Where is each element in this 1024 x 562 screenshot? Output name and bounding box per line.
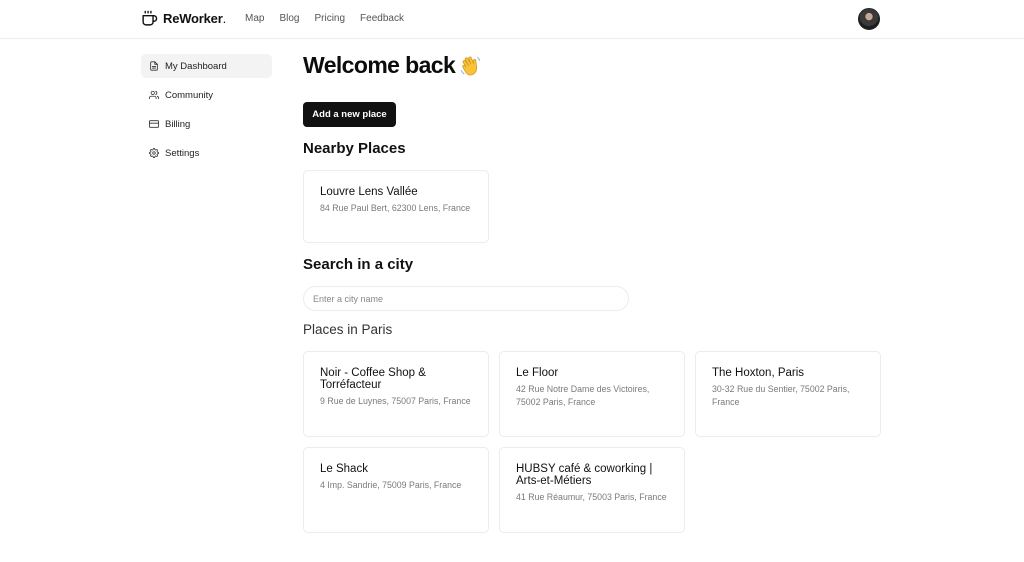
city-search-input[interactable] <box>303 286 629 311</box>
sidebar-item-settings[interactable]: Settings <box>141 141 272 165</box>
waving-hand-icon <box>461 56 481 75</box>
place-name: Louvre Lens Vallée <box>320 186 418 198</box>
nav-link-map[interactable]: Map <box>245 13 264 24</box>
place-name: HUBSY café & coworking | Arts-et-Métiers <box>516 463 653 487</box>
places-in-city-heading: Places in Paris <box>303 322 393 337</box>
brand-dot: . <box>222 11 227 26</box>
sidebar-item-billing[interactable]: Billing <box>141 112 272 136</box>
sidebar-item-label: My Dashboard <box>165 60 227 72</box>
place-name: Le Floor <box>516 367 559 379</box>
nav-link-blog[interactable]: Blog <box>279 13 299 24</box>
main-nav: Map Blog Pricing Feedback <box>245 13 404 24</box>
document-icon <box>150 61 158 71</box>
sidebar-item-label: Settings <box>165 147 200 159</box>
place-card[interactable]: HUBSY café & coworking | Arts-et-Métiers… <box>499 447 685 533</box>
place-card[interactable]: Noir - Coffee Shop & Torréfacteur 9 Rue … <box>303 351 489 437</box>
brand-name: ReWorker <box>163 11 223 26</box>
sidebar: My Dashboard Community Billing Settings <box>141 54 272 170</box>
add-place-button[interactable]: Add a new place <box>303 102 396 127</box>
credit-card-icon <box>149 120 159 128</box>
nearby-places-heading: Nearby Places <box>303 140 406 157</box>
brand-logo[interactable]: ReWorker. <box>141 10 226 27</box>
place-card[interactable]: The Hoxton, Paris 30-32 Rue du Sentier, … <box>695 351 881 437</box>
place-address: 4 Imp. Sandrie, 75009 Paris, France <box>320 480 462 490</box>
place-name: The Hoxton, Paris <box>712 367 805 379</box>
user-avatar[interactable] <box>858 8 880 30</box>
nav-link-pricing[interactable]: Pricing <box>314 13 345 24</box>
coffee-cup-icon <box>142 10 158 26</box>
place-name: Le Shack <box>320 463 368 475</box>
search-city-heading: Search in a city <box>303 256 414 273</box>
place-card[interactable]: Le Floor 42 Rue Notre Dame des Victoires… <box>499 351 685 437</box>
place-card[interactable]: Louvre Lens Vallée 84 Rue Paul Bert, 623… <box>303 170 489 243</box>
page-title: Welcome back <box>303 52 456 78</box>
sidebar-item-dashboard[interactable]: My Dashboard <box>141 54 272 78</box>
place-card[interactable]: Le Shack 4 Imp. Sandrie, 75009 Paris, Fr… <box>303 447 489 533</box>
welcome-heading: Welcome back <box>303 52 483 79</box>
sidebar-item-label: Community <box>165 89 214 101</box>
place-address: 84 Rue Paul Bert, 62300 Lens, France <box>320 203 471 213</box>
place-address: 30-32 Rue du Sentier, 75002 Paris, Franc… <box>712 384 850 407</box>
sidebar-item-label: Billing <box>165 118 191 130</box>
place-name: Noir - Coffee Shop & Torréfacteur <box>320 367 426 391</box>
place-address: 42 Rue Notre Dame des Victoires, 75002 P… <box>516 384 650 407</box>
top-navbar: ReWorker. Map Blog Pricing Feedback <box>0 0 1024 39</box>
gear-icon <box>149 148 159 158</box>
nav-link-feedback[interactable]: Feedback <box>360 13 404 24</box>
sidebar-item-community[interactable]: Community <box>141 83 272 107</box>
users-icon <box>149 90 159 100</box>
place-address: 41 Rue Réaumur, 75003 Paris, France <box>516 492 667 502</box>
place-address: 9 Rue de Luynes, 75007 Paris, France <box>320 396 471 406</box>
